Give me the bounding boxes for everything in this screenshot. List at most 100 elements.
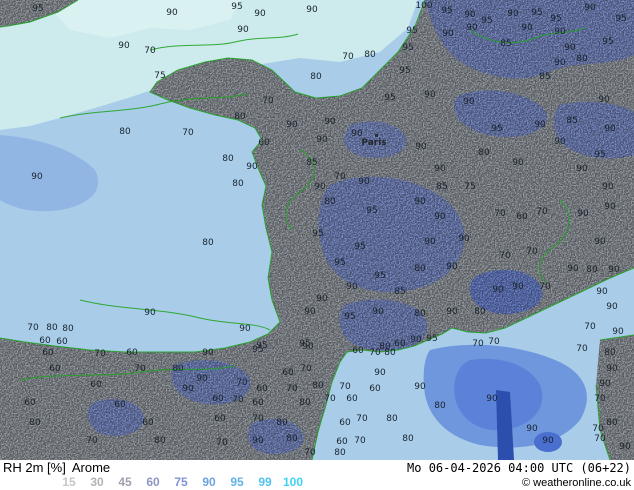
rh-value-label: 80 bbox=[172, 364, 183, 374]
rh-value-label: 60 bbox=[39, 336, 50, 346]
rh-value-label: 70 bbox=[356, 414, 367, 424]
model-name: Arome bbox=[72, 460, 110, 475]
rh-value-label: 90 bbox=[346, 282, 357, 292]
rh-value-label: 60 bbox=[42, 348, 53, 358]
rh-value-label: 90 bbox=[602, 182, 613, 192]
rh-value-label: 60 bbox=[394, 339, 405, 349]
rh-value-label: 80 bbox=[384, 348, 395, 358]
rh-value-label: 90 bbox=[237, 25, 248, 35]
rh-value-label: 80 bbox=[62, 324, 73, 334]
rh-value-label: 60 bbox=[282, 368, 293, 378]
rh-value-label: 80 bbox=[334, 448, 345, 458]
rh-value-label: 90 bbox=[252, 436, 263, 446]
rh-value-label: 85 bbox=[394, 287, 405, 297]
rh-value-label: 70 bbox=[134, 364, 145, 374]
rh-value-label: 90 bbox=[604, 202, 615, 212]
rh-value-label: 90 bbox=[577, 209, 588, 219]
rh-value-label: 90 bbox=[304, 307, 315, 317]
rh-value-label: 95 bbox=[402, 43, 413, 53]
rh-value-label: 80 bbox=[402, 434, 413, 444]
rh-value-label: 70 bbox=[539, 282, 550, 292]
rh-value-label: 90 bbox=[415, 142, 426, 152]
rh-value-label: 90 bbox=[512, 158, 523, 168]
rh-value-label: 90 bbox=[302, 342, 313, 352]
rh-value-label: 80 bbox=[154, 436, 165, 446]
rh-value-label: 95 bbox=[481, 16, 492, 26]
rh-value-label: 60 bbox=[90, 380, 101, 390]
rh-value-label: 80 bbox=[414, 264, 425, 274]
rh-value-label: 75 bbox=[154, 71, 165, 81]
rh-value-label: 95 bbox=[491, 124, 502, 134]
rh-value-label: 80 bbox=[234, 112, 245, 122]
rh-value-label: 95 bbox=[334, 258, 345, 268]
rh-value-label: 90 bbox=[608, 265, 619, 275]
rh-value-label: 95 bbox=[550, 14, 561, 24]
rh-value-label: 90 bbox=[306, 5, 317, 15]
rh-value-label: 60 bbox=[516, 212, 527, 222]
legend-value: 90 bbox=[195, 475, 223, 489]
rh-value-label: 70 bbox=[334, 172, 345, 182]
rh-value-label: 80 bbox=[324, 197, 335, 207]
rh-value-label: 90 bbox=[594, 237, 605, 247]
rh-value-label: 85 bbox=[306, 158, 317, 168]
legend-value: 15 bbox=[55, 475, 83, 489]
rh-value-label: 60 bbox=[126, 348, 137, 358]
rh-value-label: 60 bbox=[346, 394, 357, 404]
rh-value-label: 95 bbox=[32, 4, 43, 14]
rh-value-label: 80 bbox=[604, 348, 615, 358]
rh-value-label: 80 bbox=[606, 418, 617, 428]
rh-value-label: 80 bbox=[312, 381, 323, 391]
rh-value-label: 85 bbox=[539, 72, 550, 82]
rh-value-label: 90 bbox=[144, 308, 155, 318]
rh-value-label: 60 bbox=[49, 364, 60, 374]
rh-value-label: 90 bbox=[466, 23, 477, 33]
legend-value: 45 bbox=[111, 475, 139, 489]
color-legend: 1530456075909599100 bbox=[3, 475, 307, 489]
rh-value-label: 90 bbox=[434, 212, 445, 222]
rh-value-label: 70 bbox=[354, 436, 365, 446]
rh-value-label: 90 bbox=[316, 135, 327, 145]
rh-value-label: 95 bbox=[441, 6, 452, 16]
rh-value-label: 90 bbox=[372, 307, 383, 317]
rh-value-label: 90 bbox=[446, 307, 457, 317]
rh-value-label: 95 bbox=[252, 345, 263, 355]
rh-value-label: 70 bbox=[86, 436, 97, 446]
rh-value-label: 95 bbox=[399, 66, 410, 76]
rh-value-label: 100 bbox=[415, 1, 432, 11]
legend-value: 30 bbox=[83, 475, 111, 489]
rh-value-label: 90 bbox=[599, 379, 610, 389]
rh-value-label: 70 bbox=[232, 395, 243, 405]
rh-value-label: 70 bbox=[536, 207, 547, 217]
rh-value-label: 85 bbox=[500, 39, 511, 49]
product-title: RH 2m [%]Arome bbox=[3, 461, 110, 475]
rh-value-label: 90 bbox=[567, 264, 578, 274]
rh-value-label: 75 bbox=[464, 182, 475, 192]
rh-value-label: 90 bbox=[446, 262, 457, 272]
rh-value-label: 90 bbox=[246, 162, 257, 172]
rh-value-label: 70 bbox=[27, 323, 38, 333]
rh-value-label: 80 bbox=[119, 127, 130, 137]
rh-value-label: 60 bbox=[56, 337, 67, 347]
rh-value-label: 70 bbox=[252, 414, 263, 424]
rh-value-label: 90 bbox=[596, 287, 607, 297]
rh-value-label: 60 bbox=[256, 384, 267, 394]
rh-value-label: 90 bbox=[584, 3, 595, 13]
rh-value-label: 80 bbox=[222, 154, 233, 164]
rh-value-label: 70 bbox=[342, 52, 353, 62]
rh-value-label: 95 bbox=[231, 2, 242, 12]
rh-value-label: 70 bbox=[472, 339, 483, 349]
weather-map: 95 90 95 90 90 100 95 90 95 90 95 95 90 95 90 95 90 90 90 9… bbox=[0, 0, 634, 460]
footer-legend-row: 1530456075909599100 © weatheronline.co.u… bbox=[3, 475, 631, 489]
rh-value-label: 95 bbox=[426, 334, 437, 344]
rh-value-label: 95 bbox=[615, 14, 626, 24]
rh-value-label: 80 bbox=[310, 72, 321, 82]
rh-value-label: 90 bbox=[286, 120, 297, 130]
map-footer: RH 2m [%]Arome Mo 06-04-2026 04:00 UTC (… bbox=[0, 460, 634, 490]
rh-value-label: 90 bbox=[424, 237, 435, 247]
rh-value-label: 90 bbox=[521, 23, 532, 33]
rh-value-label: 80 bbox=[434, 401, 445, 411]
rh-value-label: 70 bbox=[488, 337, 499, 347]
rh-value-label: 60 bbox=[214, 414, 225, 424]
rh-value-label: 95 bbox=[344, 312, 355, 322]
rh-value-label: 80 bbox=[386, 414, 397, 424]
